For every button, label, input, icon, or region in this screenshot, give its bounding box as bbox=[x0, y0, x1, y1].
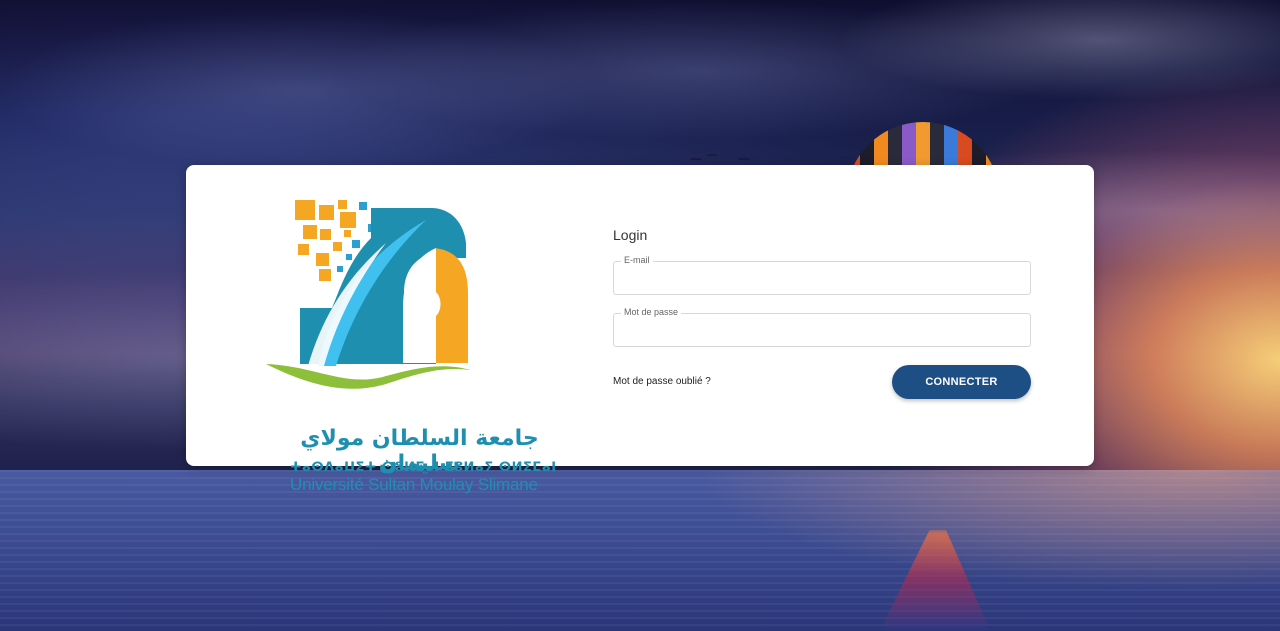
login-form: Login E-mail Mot de passe Mot de passe o… bbox=[613, 227, 1031, 399]
university-logo: جامعة السلطان مولاي سليمان ⵜⴰⵙⴷⴰⵡⵉⵜ ⵙⵓⵍⵟ… bbox=[236, 198, 556, 494]
bird-icon bbox=[706, 154, 718, 158]
bird-icon bbox=[738, 158, 750, 162]
logo-latin-name: Université Sultan Moulay Slimane bbox=[290, 475, 538, 494]
password-label: Mot de passe bbox=[621, 307, 682, 317]
email-field: E-mail bbox=[613, 255, 1031, 295]
password-input[interactable] bbox=[614, 314, 1030, 346]
password-field: Mot de passe bbox=[613, 307, 1031, 347]
background-water bbox=[0, 470, 1280, 631]
login-title: Login bbox=[613, 227, 648, 243]
email-input[interactable] bbox=[614, 262, 1030, 294]
logo-tifinagh-name: ⵜⴰⵙⴷⴰⵡⵉⵜ ⵙⵓⵍⵟⴰⵏ ⵎⵓⵍⴰⵢ ⵙⵍⵉⵎⴰⵏ bbox=[290, 460, 557, 475]
email-label: E-mail bbox=[621, 255, 653, 265]
connect-button[interactable]: CONNECTER bbox=[892, 365, 1031, 399]
form-actions: Mot de passe oublié ? CONNECTER bbox=[613, 365, 1031, 399]
forgot-password-link[interactable]: Mot de passe oublié ? bbox=[613, 376, 711, 387]
login-card: جامعة السلطان مولاي سليمان ⵜⴰⵙⴷⴰⵡⵉⵜ ⵙⵓⵍⵟ… bbox=[186, 165, 1094, 494]
bird-icon bbox=[690, 158, 702, 162]
logo-emblem-icon bbox=[266, 200, 471, 389]
